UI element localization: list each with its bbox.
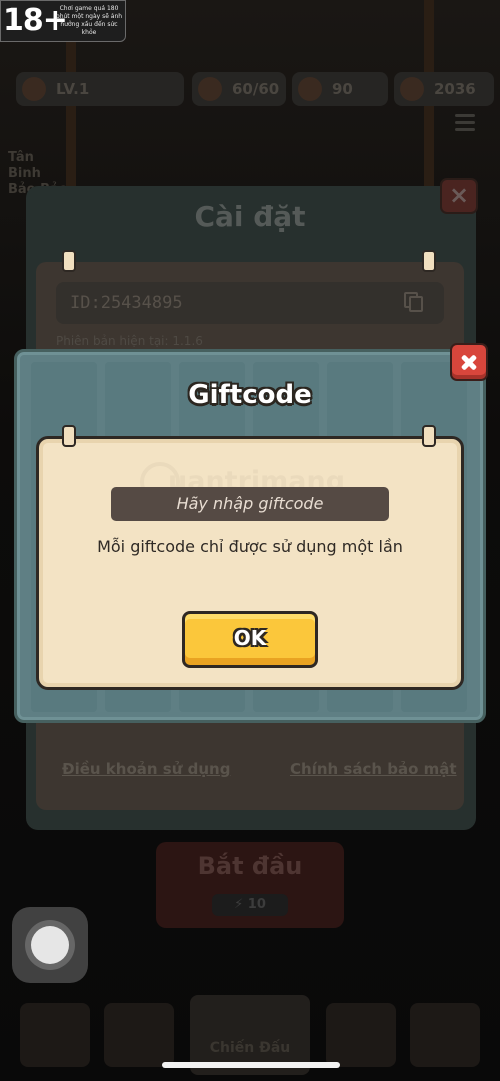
assistive-touch-icon[interactable]	[12, 907, 88, 983]
energy-icon: ⚡	[234, 897, 248, 912]
terms-link[interactable]: Điều khoản sử dụng	[62, 760, 230, 778]
age-rating-badge: 18+ Chơi game quá 180 phút một ngày sẽ ả…	[0, 0, 126, 42]
settings-title: Cài đặt	[194, 200, 306, 233]
player-level-chip[interactable]: LV.1	[16, 72, 184, 106]
gem-chip[interactable]: 90	[292, 72, 388, 106]
version-label: Phiên bản hiện tại: 1.1.6	[56, 334, 203, 348]
energy-chip[interactable]: 60/60	[192, 72, 286, 106]
giftcode-close-button[interactable]	[450, 343, 488, 381]
player-level-text: LV.1	[56, 80, 90, 98]
player-id-field: ID:25434895	[56, 282, 444, 324]
giftcode-title: Giftcode	[188, 380, 312, 410]
gem-value: 90	[332, 80, 353, 98]
home-indicator[interactable]	[162, 1062, 340, 1068]
age-warning: Chơi game quá 180 phút một ngày sẽ ảnh h…	[55, 5, 123, 36]
giftcode-input[interactable]	[111, 487, 389, 521]
nav-tab[interactable]	[20, 1003, 90, 1067]
gold-value: 2036	[434, 80, 476, 98]
top-resource-bar: LV.1 60/60 90 2036	[0, 60, 500, 120]
ok-button[interactable]: OK	[182, 611, 318, 668]
menu-icon[interactable]	[455, 114, 475, 135]
paper-pin	[422, 425, 436, 447]
energy-value: 60/60	[232, 80, 280, 98]
paper-pin	[62, 250, 76, 272]
copy-icon[interactable]	[404, 292, 426, 314]
avatar	[22, 77, 46, 101]
coin-icon	[400, 77, 424, 101]
ok-button-label: OK	[233, 626, 267, 650]
paper-pin	[62, 425, 76, 447]
paper-pin	[422, 250, 436, 272]
close-icon: ×	[448, 181, 470, 209]
gold-chip[interactable]: 2036	[394, 72, 494, 106]
giftcode-note: Mỗi giftcode chỉ được sử dụng một lần	[97, 537, 403, 556]
nav-tab-battle-label: Chiến Đấu	[209, 1040, 291, 1056]
privacy-link[interactable]: Chính sách bảo mật	[290, 760, 457, 778]
start-button-label: Bắt đầu	[197, 852, 303, 880]
settings-close-button[interactable]: ×	[440, 178, 478, 214]
nav-tab[interactable]	[326, 1003, 396, 1067]
coin-icon	[298, 77, 322, 101]
bottom-nav: Chiến Đấu	[0, 995, 500, 1081]
start-button[interactable]: Bắt đầu ⚡ 10	[156, 842, 344, 928]
nav-tab[interactable]	[410, 1003, 480, 1067]
coin-icon	[198, 77, 222, 101]
start-cost: ⚡ 10	[212, 894, 288, 916]
start-cost-value: 10	[247, 897, 266, 912]
nav-tab[interactable]	[104, 1003, 174, 1067]
